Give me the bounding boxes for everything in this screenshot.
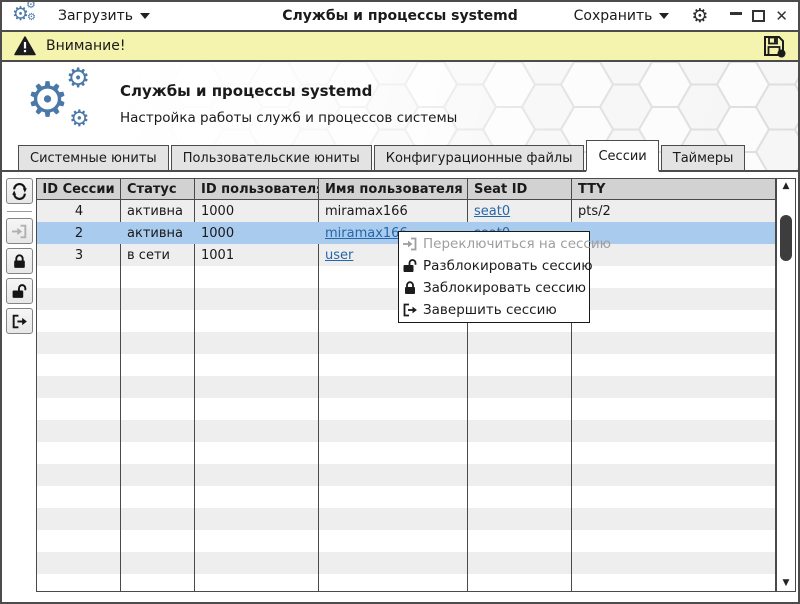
menu-item-unlock-session[interactable]: Разблокировать сессию [399,255,593,277]
exit-icon [12,314,27,328]
menu-item-label: Разблокировать сессию [423,258,593,274]
menu-item-terminate-session[interactable]: Завершить сессию [399,299,589,321]
unlock-icon [12,283,27,298]
column-header-tty[interactable]: TTY [572,179,775,199]
settings-gear-icon[interactable]: ⚙ [691,6,708,26]
chevron-down-icon [659,13,670,19]
column-header-user-id[interactable]: ID пользователя [195,179,319,199]
column-header-session-id[interactable]: ID Сессии [37,179,121,199]
warning-triangle-icon [14,36,36,56]
menu-item-label: Переключиться на сессию [423,236,611,252]
scrollbar-thumb[interactable] [780,215,792,261]
save-dropdown-label: Сохранить [573,8,653,24]
tab-strip: Системные юниты Пользовательские юниты К… [2,140,798,172]
window-title: Службы и процессы systemd [282,8,518,24]
warning-text: Внимание! [46,38,126,54]
cell-session-id: 3 [74,247,84,263]
title-bar: ⚙ ⚙ ⚙ Загрузить Службы и процессы systemd … [2,2,798,32]
cell-status: активна [127,225,183,241]
unlock-session-button[interactable] [6,278,33,304]
table-header: ID Сессии Статус ID пользователя Имя пол… [37,179,775,200]
cell-status: активна [127,203,183,219]
session-context-menu: Переключиться на сессию Разблокировать с… [398,231,611,323]
seat-link[interactable]: seat0 [474,204,510,219]
cell-user-id: 1000 [201,225,235,241]
lock-session-button[interactable] [6,248,33,274]
save-dropdown-button[interactable]: Сохранить [574,8,670,24]
close-button[interactable]: ✕ [775,8,788,24]
menu-item-label: Завершить сессию [423,302,557,318]
unlock-icon [403,259,417,272]
gears-logo-icon: ⚙ ⚙ ⚙ [26,63,91,133]
chevron-down-icon [140,13,151,19]
terminate-session-button[interactable] [6,308,33,334]
cell-session-id: 2 [74,225,84,241]
username-link[interactable]: miramax166 [325,226,408,241]
menu-item-switch-to-session: Переключиться на сессию [399,233,611,255]
tab-timers[interactable]: Таймеры [660,145,746,170]
tab-config-files[interactable]: Конфигурационные файлы [373,145,585,170]
cell-user-id: 1001 [201,247,235,263]
app-gears-icon: ⚙ ⚙ ⚙ [12,0,36,25]
cell-username: miramax166 [325,203,408,219]
enter-session-icon [12,224,27,238]
maximize-button[interactable] [752,10,766,22]
cell-user-id: 1000 [201,203,235,219]
column-header-seat-id[interactable]: Seat ID [468,179,572,199]
refresh-button[interactable] [6,178,33,204]
cell-status: в сети [127,247,170,263]
username-link[interactable]: user [325,248,353,263]
scroll-up-arrow-icon[interactable]: ▲ [777,182,795,191]
page-title: Службы и процессы systemd [120,82,373,100]
menu-item-lock-session[interactable]: Заблокировать сессию [399,277,589,299]
load-dropdown-label: Загрузить [58,8,134,24]
warning-bar: Внимание! [2,32,798,62]
toolbar-separator [7,211,32,212]
load-dropdown-button[interactable]: Загрузить [58,8,151,24]
session-toolbar [4,178,35,338]
column-header-status[interactable]: Статус [121,179,195,199]
scroll-down-arrow-icon[interactable]: ▼ [777,579,795,588]
cell-tty: pts/2 [578,203,611,219]
minimize-button[interactable] [730,11,743,15]
floppy-save-icon[interactable] [762,34,786,58]
cell-session-id: 4 [74,203,84,219]
menu-item-label: Заблокировать сессию [423,280,586,296]
vertical-scrollbar[interactable]: ▲ ▼ [776,178,796,592]
tab-user-units[interactable]: Пользовательские юниты [170,145,372,170]
tab-sessions[interactable]: Сессии [586,140,659,172]
exit-icon [403,303,417,317]
app-window: ⚙ ⚙ ⚙ Загрузить Службы и процессы systemd … [0,0,800,604]
page-subtitle: Настройка работы служб и процессов систе… [120,110,458,126]
tab-system-units[interactable]: Системные юниты [18,145,169,170]
column-header-username[interactable]: Имя пользователя [319,179,468,199]
switch-to-session-button [6,218,33,244]
refresh-icon [12,182,27,200]
lock-icon [405,281,415,294]
table-row[interactable]: 4 активна 1000 miramax166 seat0 pts/2 [37,200,775,222]
header-banner: ⚙ ⚙ ⚙ Службы и процессы systemd Настройка … [2,62,798,172]
lock-icon [14,253,25,268]
enter-session-icon [403,237,417,251]
